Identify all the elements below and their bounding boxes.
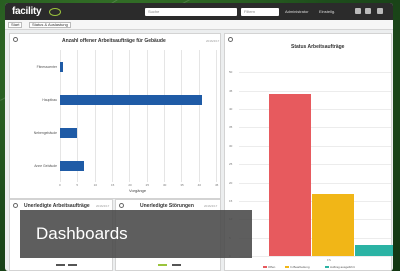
- bar[interactable]: [60, 94, 203, 105]
- gear-icon[interactable]: [13, 203, 18, 208]
- panel-date: 2016/4/17: [204, 204, 218, 208]
- tick-label: 35: [180, 183, 184, 187]
- legend-swatch: [325, 266, 329, 268]
- app-logo[interactable]: facility: [12, 6, 42, 17]
- gear-icon[interactable]: [13, 37, 18, 42]
- legend-swatch: [285, 266, 289, 268]
- bar[interactable]: [355, 244, 393, 256]
- user-name[interactable]: Administrator: [285, 9, 309, 14]
- tick-label: 0: [59, 183, 61, 187]
- category-label: Fitnesscenter: [36, 64, 57, 69]
- category-label: Hauptbau: [42, 97, 57, 102]
- x-axis-label: Vorgänge: [129, 188, 147, 193]
- panel-title: Unerledigte Arbeitsaufträge: [24, 203, 90, 209]
- legend-entry[interactable]: Auftrag ausgeführt: [330, 265, 355, 269]
- panel-title: Status Arbeitsaufträge: [291, 44, 345, 50]
- indicator: [158, 264, 167, 266]
- category-label: Anne Gebäude: [34, 163, 57, 168]
- panel-title: Anzahl offener Arbeitsaufträge für Gebäu…: [62, 38, 166, 44]
- grid-line: [181, 50, 183, 182]
- grid-line: [239, 145, 391, 147]
- gear-icon[interactable]: [228, 37, 233, 42]
- tick-label: 50: [229, 70, 233, 75]
- tick-label: 20: [229, 180, 233, 185]
- bell-icon[interactable]: [355, 8, 361, 14]
- tick-label: 30: [229, 143, 233, 148]
- bar[interactable]: [269, 94, 311, 256]
- tick-label: 35: [229, 125, 233, 130]
- search-input[interactable]: Suche: [145, 8, 237, 16]
- category-label: FS: [327, 258, 331, 262]
- grid-line: [164, 50, 165, 182]
- tick-label: 15: [111, 183, 115, 187]
- top-bar: facility Suche Filtern Administrator Ein…: [5, 3, 393, 20]
- grid-line: [239, 182, 391, 184]
- tick-label: 40: [197, 183, 201, 187]
- legend-entry[interactable]: In Bearbeitung: [290, 265, 310, 269]
- grid-line: [239, 256, 391, 257]
- grid-line: [239, 109, 391, 111]
- tab-bar: Start Status & Auslastung: [5, 20, 393, 30]
- tab-start[interactable]: Start: [8, 22, 23, 28]
- chart-panel-buildings: Anzahl offener Arbeitsaufträge für Gebäu…: [9, 33, 221, 199]
- bar[interactable]: [60, 61, 64, 72]
- panel-date: 2016/4/17: [206, 39, 220, 43]
- panel-date: 2016/4/17: [96, 204, 110, 208]
- bar[interactable]: [60, 127, 78, 138]
- grid-line: [239, 164, 391, 166]
- panel-title: Unerledigte Störungen: [140, 203, 194, 209]
- tick-label: 20: [128, 183, 132, 187]
- grid-line: [198, 50, 200, 182]
- bar[interactable]: [60, 160, 85, 171]
- indicator: [56, 264, 65, 266]
- indicator: [68, 264, 77, 266]
- indicator: [172, 264, 181, 266]
- tick-label: 15: [229, 198, 233, 203]
- tick-label: 25: [145, 183, 149, 187]
- settings-link[interactable]: Einstellg.: [319, 9, 335, 14]
- tick-label: 45: [229, 88, 233, 93]
- tick-label: 25: [229, 162, 233, 167]
- grid-line: [239, 90, 391, 92]
- tick-label: 10: [93, 183, 97, 187]
- legend-entry[interactable]: Offen: [268, 265, 275, 269]
- grid-line: [146, 50, 148, 182]
- tick-label: 5: [76, 183, 78, 187]
- tick-label: 30: [163, 183, 167, 187]
- caption-banner: Dashboards: [20, 210, 252, 258]
- grid-line: [112, 50, 113, 182]
- tab-status-auslastung[interactable]: Status & Auslastung: [29, 22, 71, 28]
- bar[interactable]: [312, 193, 354, 256]
- tick-label: 40: [229, 107, 233, 112]
- grid-line: [239, 72, 391, 74]
- filter-input[interactable]: Filtern: [241, 8, 279, 16]
- user-icon[interactable]: [365, 8, 371, 14]
- legend-swatch: [263, 266, 267, 268]
- grid-line: [239, 127, 391, 129]
- power-icon[interactable]: [377, 8, 383, 14]
- grid-line: [129, 50, 131, 182]
- logo-mark-icon: [49, 8, 61, 16]
- gear-icon[interactable]: [119, 203, 124, 208]
- category-label: Nebengebäude: [33, 130, 57, 135]
- grid-line: [94, 50, 96, 182]
- grid-line: [216, 50, 217, 182]
- tick-label: 45: [215, 183, 219, 187]
